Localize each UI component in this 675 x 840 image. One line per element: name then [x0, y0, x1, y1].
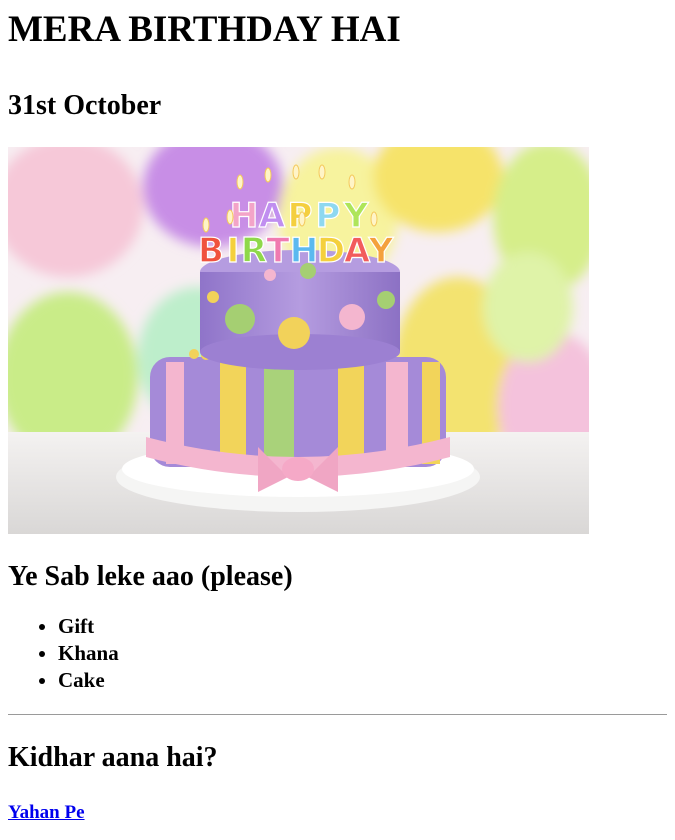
svg-text:T: T — [266, 231, 290, 271]
svg-text:I: I — [227, 231, 240, 271]
birthday-cake-image: H A P P Y B I R T H D A Y — [8, 147, 589, 534]
bring-section-title: Ye Sab leke aao (please) — [8, 561, 293, 592]
svg-text:H: H — [290, 231, 318, 271]
where-section-title: Kidhar aana hai? — [8, 742, 218, 773]
list-item: Gift — [58, 613, 667, 640]
page-title: MERA BIRTHDAY HAI — [8, 9, 401, 50]
svg-text:D: D — [317, 231, 345, 271]
svg-text:Y: Y — [368, 231, 394, 271]
divider — [8, 714, 667, 715]
svg-text:B: B — [198, 231, 224, 271]
svg-text:A: A — [259, 196, 286, 236]
birthday-date: 31st October — [8, 90, 162, 121]
svg-text:P: P — [316, 196, 341, 236]
svg-text:R: R — [241, 231, 267, 271]
svg-text:H: H — [230, 196, 258, 236]
location-link[interactable]: Yahan Pe — [8, 802, 85, 824]
svg-text:A: A — [344, 231, 371, 271]
list-item: Cake — [58, 667, 667, 694]
list-item: Khana — [58, 640, 667, 667]
svg-text:Y: Y — [343, 196, 369, 236]
bring-list: Gift Khana Cake — [8, 613, 667, 694]
page: MERA BIRTHDAY HAI 31st October H A P Y B… — [0, 0, 675, 824]
